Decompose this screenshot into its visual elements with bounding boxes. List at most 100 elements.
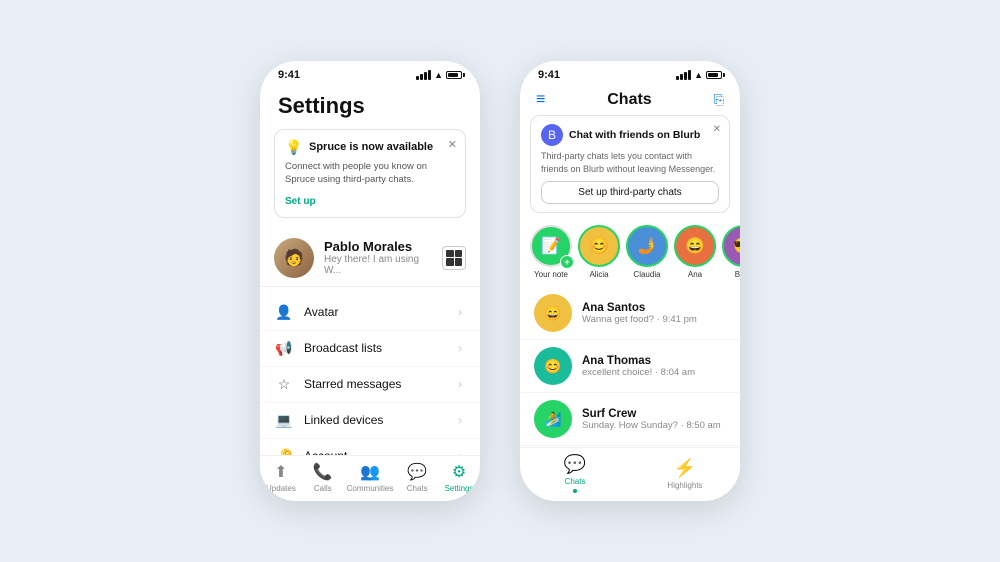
settings-status-bar: 9:41 ▲ bbox=[260, 61, 480, 85]
settings-menu: 👤 Avatar › 📢 Broadcast lists › ☆ Starred… bbox=[260, 291, 480, 455]
qr-code-button[interactable] bbox=[442, 246, 466, 270]
chevron-right-icon: › bbox=[458, 305, 462, 319]
chats-time: 9:41 bbox=[538, 69, 560, 81]
notification-banner-header: 💡 Spruce is now available bbox=[285, 138, 455, 156]
story-label-claudia: Claudia bbox=[633, 270, 660, 279]
profile-row[interactable]: 🧑 Pablo Morales Hey there! I am using W.… bbox=[260, 230, 480, 287]
settings-item-account[interactable]: 🔑 Account › bbox=[260, 439, 480, 455]
battery-icon bbox=[706, 71, 722, 79]
story-item-your-note[interactable]: 📝 + Your note bbox=[530, 225, 572, 279]
updates-icon: ⬆ bbox=[274, 462, 287, 482]
chat-name-ana-thomas-1: Ana Thomas bbox=[582, 355, 726, 367]
story-avatar-wrap: 📝 + bbox=[530, 225, 572, 267]
story-item-ana[interactable]: 😄 Ana bbox=[674, 225, 716, 279]
nav-label-updates: Updates bbox=[266, 484, 296, 493]
chat-name-surf-crew: Surf Crew bbox=[582, 408, 726, 420]
star-icon: ☆ bbox=[274, 376, 294, 393]
story-avatar-ana: 😄 bbox=[674, 225, 716, 267]
bulb-icon: 💡 bbox=[285, 138, 303, 156]
profile-avatar: 🧑 bbox=[274, 238, 314, 278]
profile-name: Pablo Morales bbox=[324, 239, 432, 254]
chat-name-ana-santos: Ana Santos bbox=[582, 302, 726, 314]
notification-title: Spruce is now available bbox=[309, 141, 433, 153]
story-avatar-wrap: 🤳 bbox=[626, 225, 668, 267]
settings-label-avatar: Avatar bbox=[304, 305, 448, 319]
chat-preview-ana-santos: Wanna get food? · 9:41 pm bbox=[582, 314, 726, 325]
chats-status-bar: 9:41 ▲ bbox=[520, 61, 740, 85]
chat-avatar-ana-santos: 😄 bbox=[534, 294, 572, 332]
signal-bars-icon bbox=[416, 70, 431, 80]
chats-header: ≡ Chats ⎘ bbox=[520, 85, 740, 115]
nav-item-calls[interactable]: 📞 Calls bbox=[305, 462, 341, 493]
settings-label-linked: Linked devices bbox=[304, 413, 448, 427]
chat-item-ana-santos[interactable]: 😄 Ana Santos Wanna get food? · 9:41 pm bbox=[520, 287, 740, 340]
chat-list: 😄 Ana Santos Wanna get food? · 9:41 pm 😊… bbox=[520, 287, 740, 447]
chats-status-icons: ▲ bbox=[676, 70, 722, 80]
settings-label-starred: Starred messages bbox=[304, 377, 448, 391]
chevron-right-icon: › bbox=[458, 377, 462, 391]
story-avatar-wrap: 😊 bbox=[578, 225, 620, 267]
chats-phone: 9:41 ▲ ≡ Chats ⎘ B bbox=[520, 61, 740, 501]
stories-row: 📝 + Your note 😊 Alicia 🤳 Claudia 😄 bbox=[520, 221, 740, 287]
chat-info-ana-thomas-1: Ana Thomas excellent choice! · 8:04 am bbox=[582, 355, 726, 378]
nav-label-calls: Calls bbox=[314, 484, 332, 493]
nav-label-settings: Settings bbox=[445, 484, 474, 493]
thirdparty-description: Third-party chats lets you contact with … bbox=[541, 150, 719, 175]
chats-bottom-nav: 💬 Chats ⚡ Highlights bbox=[520, 447, 740, 501]
nav-item-updates[interactable]: ⬆ Updates bbox=[263, 462, 299, 493]
chat-item-ana-thomas-1[interactable]: 😊 Ana Thomas excellent choice! · 8:04 am bbox=[520, 340, 740, 393]
settings-item-starred[interactable]: ☆ Starred messages › bbox=[260, 367, 480, 403]
thirdparty-header: B Chat with friends on Blurb bbox=[541, 124, 719, 146]
avatar-icon: 👤 bbox=[274, 304, 294, 321]
settings-time: 9:41 bbox=[278, 69, 300, 81]
story-label-alicia: Alicia bbox=[589, 270, 608, 279]
story-item-claudia[interactable]: 🤳 Claudia bbox=[626, 225, 668, 279]
story-avatar-claudia: 🤳 bbox=[626, 225, 668, 267]
settings-nav-icon: ⚙ bbox=[452, 462, 466, 482]
story-add-button[interactable]: + bbox=[560, 255, 574, 269]
story-avatar-wrap: 😄 bbox=[674, 225, 716, 267]
chats-tab-label: Chats bbox=[565, 477, 586, 486]
setup-thirdparty-button[interactable]: Set up third-party chats bbox=[541, 181, 719, 204]
chevron-right-icon: › bbox=[458, 341, 462, 355]
story-label-bo: Bo... bbox=[735, 270, 740, 279]
notification-setup-link[interactable]: Set up bbox=[285, 196, 316, 207]
menu-icon[interactable]: ≡ bbox=[536, 91, 545, 109]
chat-item-surf-crew[interactable]: 🏄 Surf Crew Sunday. How Sunday? · 8:50 a… bbox=[520, 393, 740, 446]
key-icon: 🔑 bbox=[274, 448, 294, 455]
chat-preview-surf-crew: Sunday. How Sunday? · 8:50 am bbox=[582, 420, 726, 431]
settings-phone: 9:41 ▲ Settings 💡 bbox=[260, 61, 480, 501]
nav-item-chats[interactable]: 💬 Chats bbox=[399, 462, 435, 493]
settings-bottom-nav: ⬆ Updates 📞 Calls 👥 Communities 💬 Chats … bbox=[260, 455, 480, 501]
story-label-ana: Ana bbox=[688, 270, 702, 279]
devices-icon: 💻 bbox=[274, 412, 294, 429]
communities-icon: 👥 bbox=[360, 462, 380, 482]
notification-banner: 💡 Spruce is now available ✕ Connect with… bbox=[274, 129, 466, 218]
nav-label-communities: Communities bbox=[347, 484, 394, 493]
chat-info-ana-santos: Ana Santos Wanna get food? · 9:41 pm bbox=[582, 302, 726, 325]
settings-label-broadcast: Broadcast lists bbox=[304, 341, 448, 355]
story-avatar-wrap: 😎 bbox=[722, 225, 740, 267]
chats-nav-item-highlights[interactable]: ⚡ Highlights bbox=[667, 458, 703, 490]
edit-icon[interactable]: ⎘ bbox=[714, 92, 724, 108]
nav-item-settings[interactable]: ⚙ Settings bbox=[441, 462, 477, 493]
notification-close-button[interactable]: ✕ bbox=[448, 138, 457, 151]
story-item-bo[interactable]: 😎 Bo... bbox=[722, 225, 740, 279]
chats-nav-icon: 💬 bbox=[407, 462, 427, 482]
calls-icon: 📞 bbox=[313, 462, 333, 482]
chats-nav-item-chats[interactable]: 💬 Chats bbox=[557, 454, 593, 493]
story-avatar-bo: 😎 bbox=[722, 225, 740, 267]
battery-icon bbox=[446, 71, 462, 79]
settings-item-linked[interactable]: 💻 Linked devices › bbox=[260, 403, 480, 439]
settings-item-broadcast[interactable]: 📢 Broadcast lists › bbox=[260, 331, 480, 367]
thirdparty-close-button[interactable]: ✕ bbox=[713, 124, 721, 135]
chats-tab-icon: 💬 bbox=[564, 454, 586, 475]
settings-content: Settings 💡 Spruce is now available ✕ Con… bbox=[260, 85, 480, 455]
wifi-icon: ▲ bbox=[434, 70, 443, 80]
profile-info: Pablo Morales Hey there! I am using W... bbox=[324, 239, 432, 276]
chat-preview-ana-thomas-1: excellent choice! · 8:04 am bbox=[582, 367, 726, 378]
story-label-your-note: Your note bbox=[534, 270, 568, 279]
settings-item-avatar[interactable]: 👤 Avatar › bbox=[260, 295, 480, 331]
nav-item-communities[interactable]: 👥 Communities bbox=[347, 462, 394, 493]
story-item-alicia[interactable]: 😊 Alicia bbox=[578, 225, 620, 279]
